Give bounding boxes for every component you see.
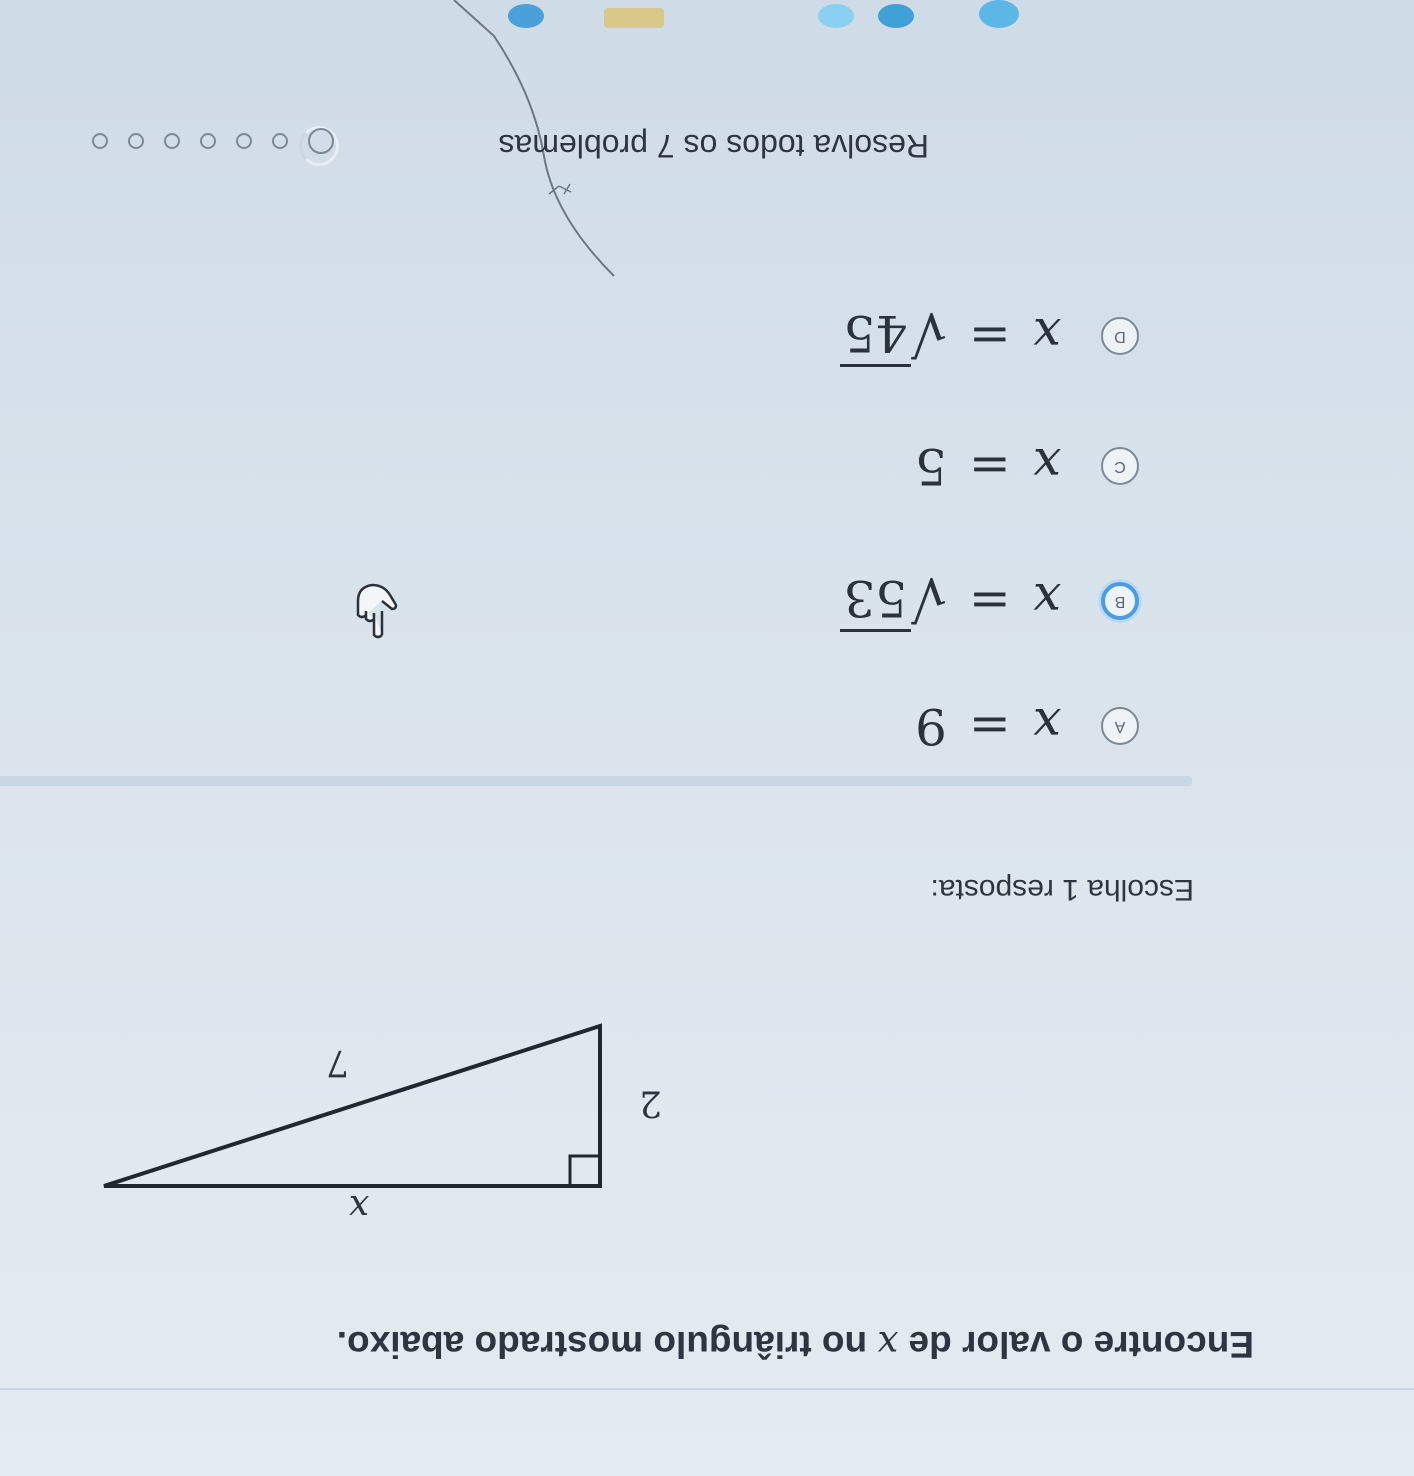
option-eq: = [968, 437, 1011, 495]
option-var: x [1032, 437, 1061, 495]
option-value: 9 [915, 697, 947, 755]
sqrt-icon: √ [911, 300, 947, 366]
sqrt-icon: √ [911, 565, 947, 631]
options-divider [0, 776, 1192, 786]
radio-b-selected[interactable]: B [1101, 582, 1139, 620]
sqrt-expression: √ 53 [839, 565, 947, 633]
radio-d[interactable]: D [1101, 317, 1139, 355]
triangle-figure: x 2 7 [103, 1023, 662, 1228]
option-b-text: x = √ 53 [839, 565, 1061, 633]
option-c-text: x = 5 [915, 437, 1061, 495]
label-hypotenuse: 7 [326, 1042, 349, 1083]
progress-dots [92, 128, 334, 154]
option-d[interactable]: D x = √ 45 [839, 300, 1139, 371]
progress-dot-icon [236, 133, 252, 149]
progress-dot-icon [272, 133, 288, 149]
option-letter: D [1114, 328, 1126, 345]
progress-text: Resolva todos os 7 problemas [499, 127, 929, 164]
progress-suffix: problemas [498, 128, 657, 164]
radio-a[interactable]: A [1101, 707, 1139, 745]
right-triangle [103, 1023, 602, 1188]
option-a-text: x = 9 [915, 697, 1061, 755]
option-letter: A [1114, 718, 1126, 735]
app-icon[interactable] [604, 8, 664, 28]
exercise-page: Encontre o valor de x no triângulo mostr… [0, 0, 1414, 1476]
progress-dot-icon [92, 133, 108, 149]
label-x: x [349, 1187, 369, 1228]
option-eq: = [968, 307, 1011, 365]
option-value: 5 [915, 437, 947, 495]
app-icon[interactable] [818, 4, 854, 28]
progress-dot-icon [200, 133, 216, 149]
app-icon[interactable] [508, 4, 544, 28]
option-letter: B [1114, 593, 1126, 610]
progress-dot-icon [128, 133, 144, 149]
option-eq: = [968, 697, 1011, 755]
taskbar [0, 0, 1414, 36]
progress-dot-icon [308, 128, 334, 154]
progress-count: 7 [656, 128, 675, 164]
option-value: 45 [839, 304, 912, 368]
right-angle-marker [568, 1154, 600, 1186]
option-value: 53 [839, 569, 912, 633]
radio-c[interactable]: C [1101, 447, 1139, 485]
sqrt-expression: √ 45 [839, 300, 947, 368]
progress-prefix: Resolva todos os [674, 128, 929, 164]
option-a[interactable]: A x = 9 [915, 691, 1139, 761]
option-eq: = [968, 572, 1011, 630]
option-var: x [1032, 572, 1061, 630]
option-c[interactable]: C x = 5 [915, 431, 1139, 501]
option-letter: C [1114, 458, 1126, 475]
app-icon[interactable] [878, 4, 914, 28]
option-b[interactable]: B x = √ 53 [839, 565, 1139, 636]
app-icon[interactable] [979, 0, 1019, 28]
option-var: x [1032, 307, 1061, 365]
label-leg: 2 [639, 1082, 662, 1123]
option-d-text: x = √ 45 [839, 300, 1061, 368]
pointing-hand-icon [356, 583, 398, 639]
option-var: x [1032, 697, 1061, 755]
progress-dot-icon [164, 133, 180, 149]
instruction-label: Escolha 1 resposta: [930, 873, 1194, 906]
